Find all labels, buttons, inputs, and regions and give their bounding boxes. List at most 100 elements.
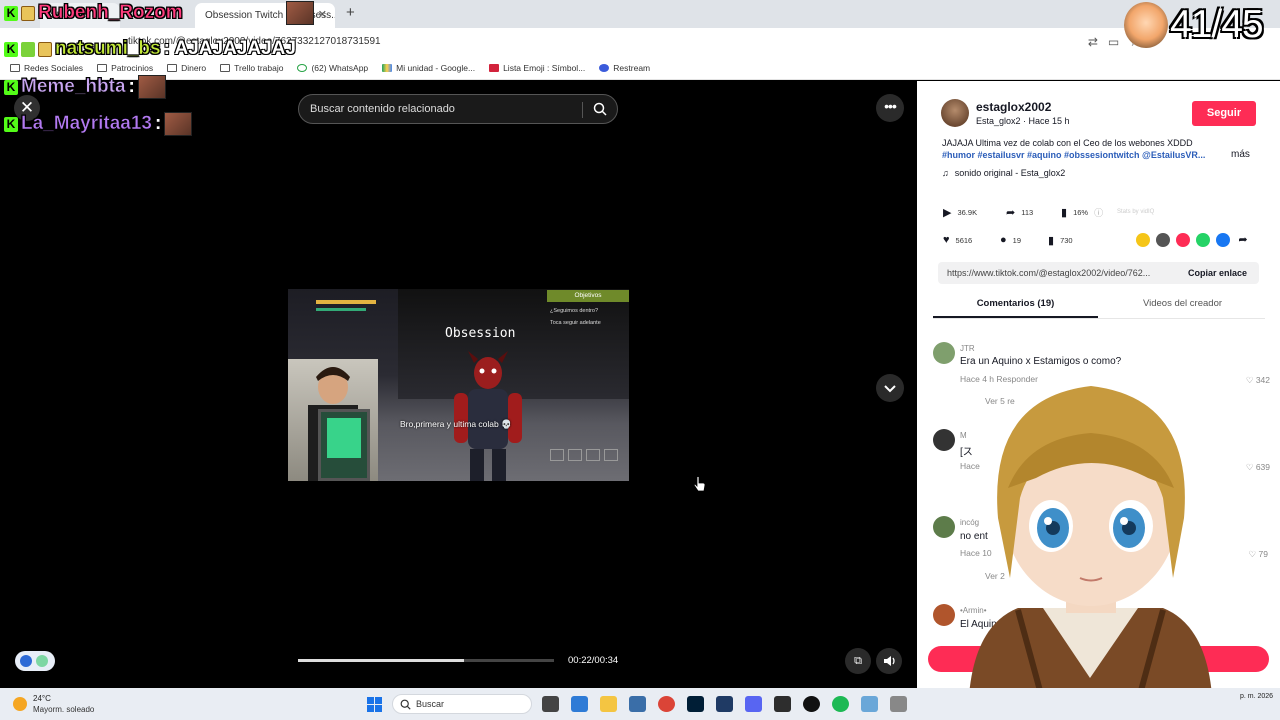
- heart-icon: ♡: [1248, 549, 1259, 559]
- comment-like[interactable]: ♡ 79: [1228, 549, 1268, 560]
- bookmark-emoji-list[interactable]: Lista Emoji : Símbol...: [489, 63, 585, 73]
- bookmark-redes-sociales[interactable]: Redes Sociales: [10, 63, 83, 73]
- bookmark-icon: ▮: [1048, 235, 1055, 247]
- progress-fill: [298, 659, 465, 662]
- more-link[interactable]: más: [1231, 149, 1250, 160]
- vegas-icon[interactable]: [716, 696, 733, 712]
- tab-creator-videos[interactable]: Videos del creador: [1100, 298, 1265, 309]
- facebook-icon[interactable]: [1216, 233, 1230, 247]
- system-clock: p. m. 2026: [1240, 693, 1274, 700]
- tab-comments[interactable]: Comentarios (19): [933, 298, 1098, 309]
- chevron-down-icon[interactable]: [876, 374, 904, 402]
- send-icon[interactable]: [1176, 233, 1190, 247]
- vtube-studio-icon[interactable]: [861, 696, 878, 712]
- share-link-text[interactable]: https://www.tiktok.com/@estaglox2002/vid…: [947, 268, 1150, 278]
- close-tab-icon[interactable]: ✕: [318, 3, 327, 28]
- share-arrow-icon[interactable]: ➦: [1236, 233, 1250, 247]
- spotify-icon[interactable]: [832, 696, 849, 712]
- kick-badge-icon: K: [4, 41, 18, 57]
- save-button[interactable]: ▮ 730: [1048, 234, 1073, 247]
- play-icon: ▶: [943, 207, 952, 219]
- chat-username: La_Mayritaa13: [21, 113, 152, 135]
- translate-icon[interactable]: ⇄: [1088, 35, 1098, 49]
- repost-icon[interactable]: [1136, 233, 1150, 247]
- windows-start-icon[interactable]: [367, 697, 382, 712]
- chat-text: :: [128, 76, 135, 97]
- commenter-avatar[interactable]: [933, 342, 955, 364]
- chat-username: natsumi_bs: [55, 38, 161, 60]
- demon-character: [454, 351, 522, 481]
- share-buttons: ➦: [1136, 233, 1250, 247]
- weather-desc: Mayorm. soleado: [33, 705, 95, 714]
- vtuber-avatar: [968, 386, 1213, 720]
- bookmark-whatsapp[interactable]: (62) WhatsApp: [297, 63, 368, 73]
- picture-in-picture-icon[interactable]: ⧉: [845, 648, 871, 674]
- creator-avatar[interactable]: [941, 99, 969, 127]
- creator-username[interactable]: estaglox2002: [976, 100, 1051, 114]
- objective-header: Objetivos: [547, 290, 629, 302]
- weather-sun-icon[interactable]: [13, 697, 27, 711]
- comment-like[interactable]: ♡ 639: [1230, 462, 1270, 473]
- subscriber-badge-icon: [38, 41, 52, 57]
- chat-emote: [285, 1, 314, 25]
- terminal-icon[interactable]: [774, 696, 791, 712]
- copy-link-button[interactable]: Copiar enlace: [1188, 268, 1247, 278]
- counter-avatar: [1124, 2, 1168, 48]
- post-description: JAJAJA Ultima vez de colab con el Ceo de…: [942, 138, 1193, 148]
- file-explorer-icon[interactable]: [600, 696, 617, 712]
- discord-icon[interactable]: [745, 696, 762, 712]
- chat-text: : AJAJAJAJAJ: [163, 38, 296, 59]
- extension-toggle[interactable]: [15, 651, 55, 671]
- folder-icon: [97, 63, 108, 72]
- chat-username: Meme_hbta: [21, 76, 126, 98]
- weather-temp: 24°C: [33, 694, 51, 703]
- kick-badge-icon: K: [4, 5, 18, 21]
- like-button[interactable]: ♥ 5616: [943, 234, 972, 246]
- subscriber-badge-icon: [21, 5, 35, 21]
- info-icon[interactable]: ⓘ: [1094, 206, 1103, 219]
- store-icon[interactable]: [629, 696, 646, 712]
- obs-icon[interactable]: [803, 696, 820, 712]
- trello-icon: [220, 63, 231, 72]
- bookmark-dinero[interactable]: Dinero: [167, 63, 206, 73]
- new-tab-icon[interactable]: +: [346, 4, 355, 21]
- calculator-icon[interactable]: [890, 696, 907, 712]
- restream-icon: [599, 63, 610, 72]
- bookmark-restream[interactable]: Restream: [599, 63, 650, 73]
- video-progress-bar[interactable]: [298, 659, 554, 662]
- whatsapp-icon[interactable]: [1196, 233, 1210, 247]
- chat-emote: [137, 75, 166, 99]
- shares-stat: ➦ 113: [1006, 207, 1034, 219]
- drive-icon: [382, 63, 393, 72]
- bookmark-patrocinios[interactable]: Patrocinios: [97, 63, 153, 73]
- commenter-name[interactable]: JTR: [960, 344, 975, 353]
- cast-icon[interactable]: ▭: [1108, 35, 1119, 49]
- sound-link[interactable]: ♫ sonido original - Esta_glox2: [942, 168, 1065, 178]
- more-options-icon[interactable]: •••: [876, 94, 904, 122]
- chat-message: K natsumi_bs : AJAJAJAJAJ: [4, 38, 296, 60]
- taskbar-search[interactable]: Buscar: [392, 694, 532, 714]
- search-icon[interactable]: [593, 102, 607, 116]
- photoshop-icon[interactable]: [687, 696, 704, 712]
- follow-button[interactable]: Seguir: [1192, 101, 1256, 126]
- chat-message: K Meme_hbta :: [4, 75, 166, 99]
- related-search-input[interactable]: Buscar contenido relacionado: [298, 94, 618, 124]
- volume-icon[interactable]: [876, 648, 902, 674]
- embed-icon[interactable]: [1156, 233, 1170, 247]
- search-placeholder: Buscar contenido relacionado: [310, 103, 455, 115]
- kick-badge-icon: K: [4, 79, 18, 95]
- task-view-icon[interactable]: [542, 696, 559, 712]
- inventory-slots: [550, 449, 618, 461]
- post-hashtags[interactable]: #humor #estailusvr #aquino #obssesiontwi…: [942, 150, 1217, 160]
- bar-chart-icon: ▮: [1061, 207, 1068, 219]
- bookmark-trello[interactable]: Trello trabajo: [220, 63, 283, 73]
- heart-icon: ♡: [1245, 462, 1256, 472]
- settings-icon[interactable]: [571, 696, 588, 712]
- bookmark-google-drive[interactable]: Mi unidad - Google...: [382, 63, 475, 73]
- chrome-icon[interactable]: [658, 696, 675, 712]
- comment-like[interactable]: ♡ 342: [1230, 375, 1270, 386]
- video-frame[interactable]: Objetivos ¿Seguimos dentro? Toca seguir …: [288, 289, 629, 481]
- share-icon: ➦: [1006, 207, 1016, 219]
- phone-device: [318, 409, 370, 481]
- comment-button[interactable]: ● 19: [1000, 234, 1021, 246]
